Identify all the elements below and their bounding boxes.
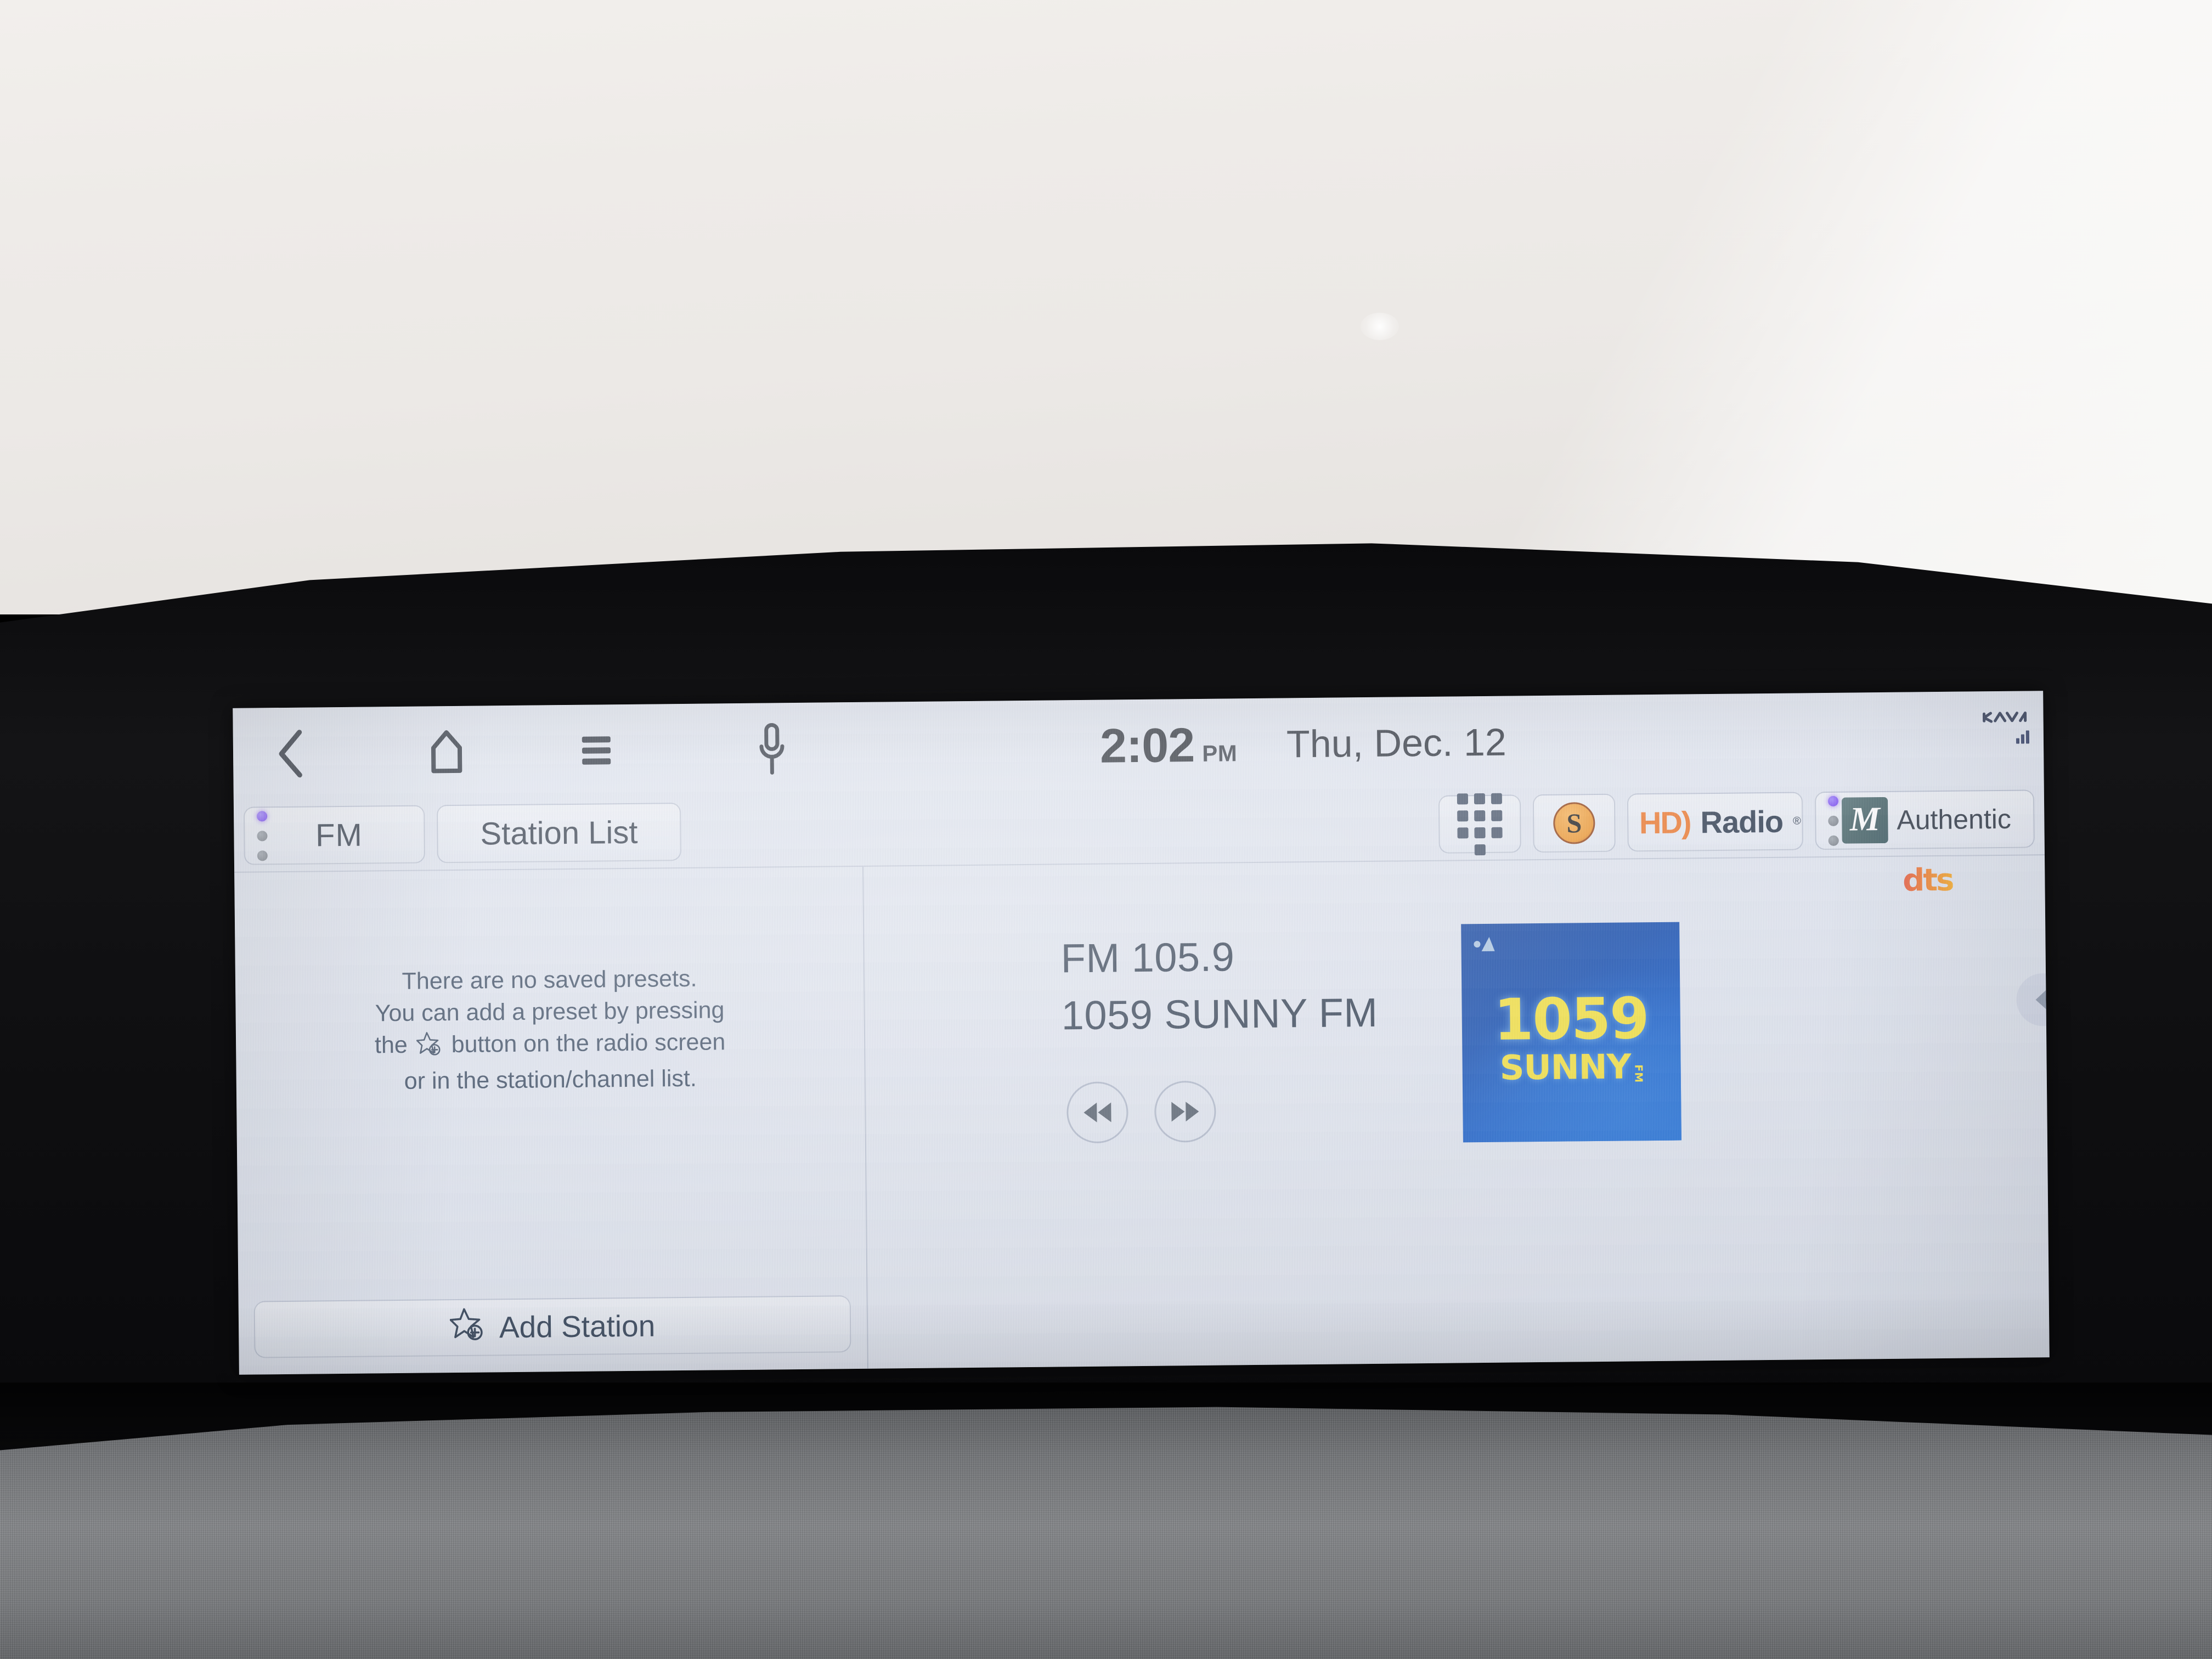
star-plus-icon [449, 1306, 487, 1350]
windshield-backdrop [0, 0, 2212, 614]
content-area: There are no saved presets. You can add … [234, 854, 2050, 1375]
seek-forward-icon [1171, 1102, 1199, 1122]
hd-radio-indicator [1629, 805, 1630, 840]
back-button[interactable] [233, 707, 349, 800]
hd-radio-button[interactable]: HD) Radio ® [1627, 792, 1803, 852]
album-art-line-2: SUNNY [1499, 1046, 1631, 1088]
meridian-m-logo: M [1841, 797, 1888, 844]
clock-time: 2:02 [1099, 718, 1195, 773]
add-station-label: Add Station [499, 1308, 656, 1345]
seek-backward-icon [1084, 1102, 1111, 1122]
star-plus-icon [416, 1030, 443, 1065]
soundhound-button[interactable]: S [1532, 793, 1616, 853]
infotainment-display: 2:02 PM Thu, Dec. 12 FM Station List S H… [233, 691, 2050, 1375]
authentic-sound-button[interactable]: M Authentic [1814, 789, 2035, 850]
empty-presets-line-3-pre: the [374, 1031, 408, 1059]
clock: 2:02 PM [1099, 716, 1237, 774]
light-glare [1361, 313, 1399, 340]
soundhound-glyph: S [1566, 808, 1582, 839]
clock-ampm: PM [1202, 740, 1238, 766]
tab-fm[interactable]: FM [243, 805, 425, 865]
dashboard-fabric [0, 1407, 2212, 1659]
album-art-line-1: 1059 [1493, 985, 1649, 1053]
screen-surface: 2:02 PM Thu, Dec. 12 FM Station List S H… [233, 691, 2050, 1375]
chevron-left-icon [279, 730, 302, 778]
station-logo-mark [1474, 936, 1495, 952]
brand-status-group [1982, 709, 2030, 744]
album-art-text: 1059 SUNNY FM [1462, 985, 1681, 1088]
tab-fm-label: FM [315, 817, 363, 853]
empty-presets-line-4: or in the station/channel list. [404, 1065, 697, 1095]
home-icon [431, 730, 462, 774]
hd-radio-mark: HD) [1639, 804, 1691, 840]
empty-presets-line-3: the button on the radio screen [261, 1025, 839, 1066]
tool-button-group: S HD) Radio ® M Authentic [1438, 789, 2035, 855]
hamburger-menu-icon [582, 736, 611, 765]
status-bar: 2:02 PM Thu, Dec. 12 [233, 691, 2044, 800]
authentic-label: Authentic [1897, 803, 2012, 836]
station-album-art: 1059 SUNNY FM [1461, 922, 1681, 1143]
soundhound-icon: S [1553, 802, 1595, 844]
dts-badge: dts [1902, 862, 1953, 899]
authentic-page-dots [1827, 795, 1839, 846]
tab-station-list-label: Station List [480, 814, 638, 852]
signal-bars-icon [2016, 728, 2030, 744]
photo-scene: 2:02 PM Thu, Dec. 12 FM Station List S H… [0, 0, 2212, 1659]
date-label: Thu, Dec. 12 [1286, 720, 1507, 766]
seek-forward-button[interactable] [1154, 1080, 1216, 1143]
station-frequency: FM 105.9 [1060, 934, 1235, 981]
microphone-icon [759, 723, 785, 775]
now-playing-panel: dts FM 105.9 1059 SUNNY FM 1059 SUNNY FM [862, 855, 2050, 1369]
add-station-button[interactable]: Add Station [253, 1295, 851, 1358]
preset-panel: There are no saved presets. You can add … [234, 867, 867, 1375]
empty-presets-message: There are no saved presets. You can add … [235, 961, 865, 1099]
album-art-line-3: FM [1632, 1064, 1645, 1084]
fm-page-dots [257, 810, 268, 861]
direct-tune-button[interactable] [1438, 793, 1521, 855]
empty-presets-line-3-post: button on the radio screen [451, 1029, 726, 1058]
meridian-glyph: M [1849, 800, 1881, 838]
keypad-icon [1457, 793, 1503, 855]
empty-presets-line-2: You can add a preset by pressing [375, 997, 725, 1027]
hd-radio-word: Radio [1700, 804, 1784, 839]
panel-flick-handle[interactable] [2016, 973, 2050, 1026]
empty-presets-line-1: There are no saved presets. [402, 965, 697, 995]
menu-button[interactable] [546, 704, 646, 798]
voice-command-button[interactable] [716, 702, 827, 795]
seek-backward-button[interactable] [1066, 1081, 1128, 1144]
home-button[interactable] [388, 706, 505, 799]
kia-logo [1982, 712, 2027, 723]
tab-station-list[interactable]: Station List [436, 803, 681, 864]
hd-radio-registered: ® [1792, 814, 1801, 827]
station-name: 1059 SUNNY FM [1061, 989, 1378, 1039]
